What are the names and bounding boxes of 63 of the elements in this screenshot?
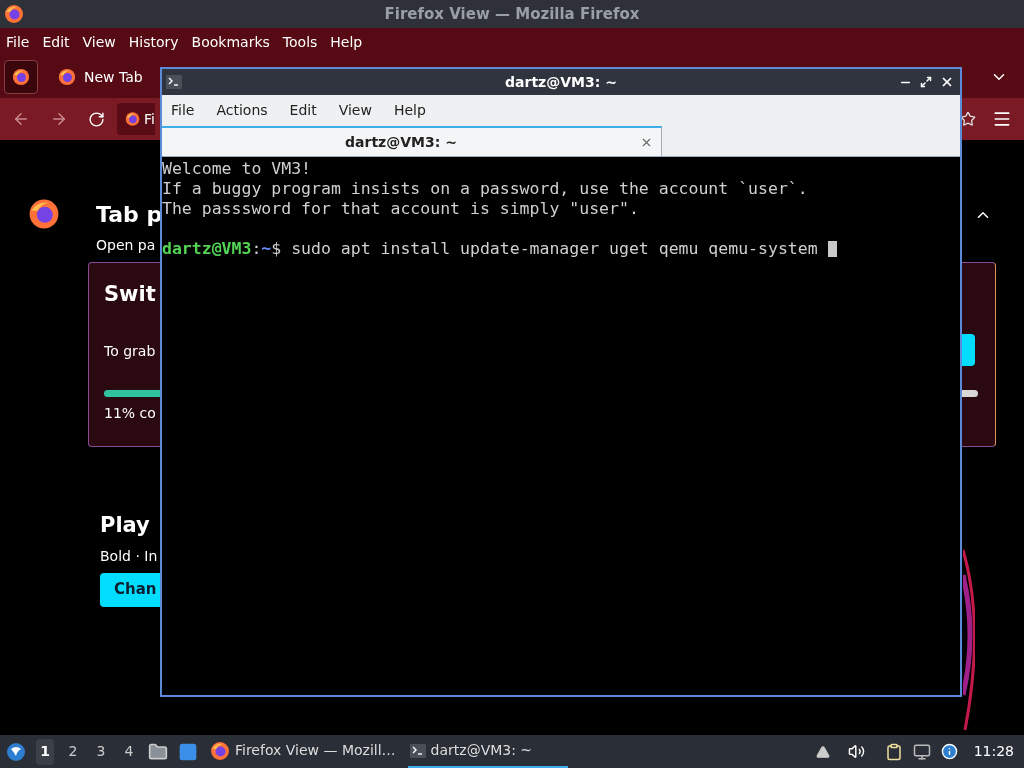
url-field[interactable]: Fi [117, 103, 155, 135]
menu-icon[interactable] [992, 109, 1012, 129]
section-heading: Play [100, 512, 150, 539]
terminal-line: If a buggy program insists on a password, use the account `user`. [162, 179, 808, 199]
window-title: Firefox View — Mozilla Firefox [383, 3, 641, 25]
workspace-button[interactable]: 2 [64, 738, 82, 765]
prompt-user-host: dartz@VM3 [162, 239, 252, 259]
command-text: $ sudo apt install update-manager uget qemu qemu-system [271, 239, 819, 259]
prompt-separator: : [251, 239, 262, 259]
workspace-button[interactable]: 3 [92, 738, 110, 765]
clock[interactable]: 11:28 [973, 741, 1014, 762]
close-icon[interactable] [940, 75, 954, 89]
maximize-icon[interactable] [920, 76, 932, 88]
start-menu-icon[interactable] [6, 741, 26, 762]
terminal-icon [409, 743, 426, 758]
section-heading: Tab p [96, 201, 163, 229]
change-button[interactable]: Chan [100, 572, 160, 607]
menu-item[interactable]: File [6, 31, 30, 53]
menu-item[interactable]: View [82, 31, 116, 53]
menu-item[interactable]: Edit [289, 99, 317, 121]
workspace-button[interactable]: 4 [120, 738, 138, 765]
menu-item[interactable]: History [128, 31, 179, 53]
menu-item[interactable]: Help [393, 99, 426, 121]
progress-label: 11% co [104, 403, 156, 423]
menu-item[interactable]: Tools [282, 31, 318, 53]
terminal-tab[interactable]: dartz@VM3: ~ [162, 126, 662, 156]
forward-icon[interactable] [50, 110, 68, 128]
firefox-logo-icon [28, 198, 60, 230]
firefox-logo-icon [4, 4, 24, 24]
card-text: To grab [104, 341, 156, 361]
browser-tab[interactable]: New Tab [50, 60, 151, 94]
firefox-icon [210, 740, 230, 761]
file-manager-icon[interactable] [148, 741, 168, 762]
window-title: dartz@VM3: ~ [504, 72, 618, 92]
taskbar-task[interactable]: Firefox View — Mozill… [208, 735, 398, 768]
firefox-icon [12, 68, 30, 86]
menu-item[interactable]: Help [330, 31, 363, 53]
back-icon[interactable] [12, 110, 30, 128]
firefox-icon [58, 68, 76, 86]
menu-item[interactable]: Actions [216, 99, 268, 121]
bookmark-star-icon[interactable] [960, 111, 976, 127]
menu-item[interactable]: File [171, 99, 195, 121]
firefox-icon [125, 110, 141, 128]
menu-item[interactable]: View [338, 99, 372, 121]
firefox-view-tab[interactable] [4, 60, 38, 94]
menu-item[interactable]: Edit [42, 31, 70, 53]
menu-item[interactable]: Bookmarks [191, 31, 270, 53]
progress-fill [104, 389, 160, 397]
prompt-path: ~ [261, 239, 272, 259]
tab-label: dartz@VM3: ~ [344, 132, 458, 152]
terminal-line: The passsword for that account is simply "user". [162, 199, 639, 219]
notification-icon[interactable] [940, 743, 958, 760]
volume-icon[interactable] [847, 743, 865, 760]
terminal-icon [166, 75, 182, 89]
workspace-button[interactable]: 1 [36, 738, 54, 765]
text-cursor [827, 241, 837, 257]
section-text: Bold · In [100, 546, 158, 566]
terminal-line: Welcome to VM3! [162, 159, 311, 179]
section-subtitle: Open pa [96, 236, 156, 255]
clipboard-icon[interactable] [884, 742, 903, 761]
taskbar-task[interactable]: dartz@VM3: ~ [407, 735, 568, 768]
reload-icon[interactable] [88, 110, 105, 128]
card-title: Swit [104, 281, 156, 308]
